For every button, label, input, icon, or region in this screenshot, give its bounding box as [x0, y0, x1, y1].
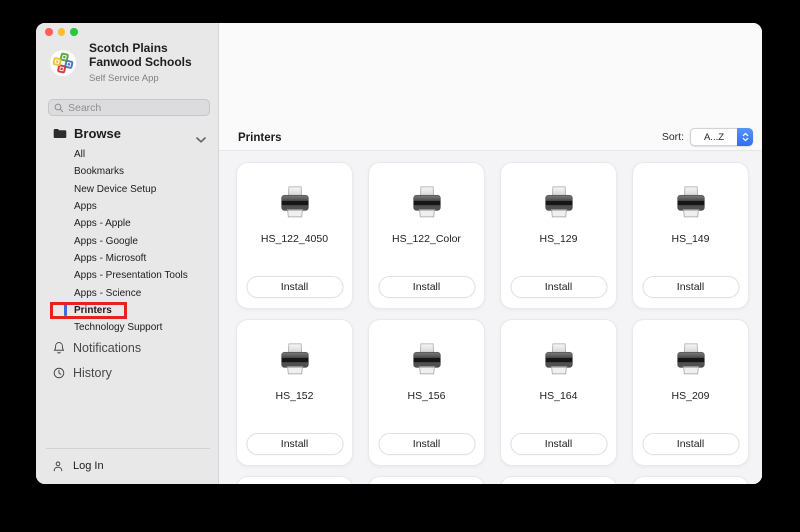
install-button[interactable]: Install — [642, 433, 739, 455]
printer-name: HS_156 — [369, 390, 484, 402]
printer-card-hs-122-color[interactable]: HS_122_Color Install — [368, 162, 485, 309]
sidebar-item-label: Bookmarks — [74, 166, 124, 177]
install-button[interactable]: Install — [246, 433, 343, 455]
sidebar-section-browse[interactable]: Browse — [36, 124, 218, 142]
install-button[interactable]: Install — [378, 276, 475, 298]
sidebar-item-apps-presentation-tools[interactable]: Apps - Presentation Tools — [36, 267, 218, 284]
printer-icon — [633, 186, 748, 221]
printer-name: HS_152 — [237, 390, 352, 402]
sidebar-item-new-device-setup[interactable]: New Device Setup — [36, 181, 218, 198]
search-input[interactable] — [68, 102, 204, 114]
org-name-line1: Scotch Plains — [89, 42, 168, 55]
login-label: Log In — [73, 460, 104, 472]
browse-section-label: Browse — [74, 126, 121, 141]
sidebar-item-notifications[interactable]: Notifications — [36, 339, 218, 357]
search-icon — [54, 103, 64, 113]
selection-indicator — [64, 304, 67, 316]
sort-label: Sort: — [662, 131, 684, 143]
sidebar-item-label: Apps - Microsoft — [74, 253, 146, 264]
printer-icon — [369, 343, 484, 378]
printer-name: HS_149 — [633, 233, 748, 245]
sidebar-item-label: Technology Support — [74, 322, 162, 333]
sidebar-item-apps-apple[interactable]: Apps - Apple — [36, 215, 218, 232]
printer-card-partial[interactable] — [368, 476, 485, 484]
sidebar-item-printers[interactable]: Printers — [36, 302, 218, 319]
sort-selected-value: A...Z — [690, 128, 737, 146]
sort-popup-button[interactable]: A...Z — [690, 128, 753, 146]
sidebar-item-label: Printers — [74, 305, 112, 316]
printer-card-hs-129[interactable]: HS_129 Install — [500, 162, 617, 309]
sidebar-item-history[interactable]: History — [36, 364, 218, 382]
content-header: Printers Sort: A...Z — [219, 23, 762, 151]
sidebar-item-all[interactable]: All — [36, 146, 218, 163]
clock-icon — [53, 367, 65, 379]
printer-card-hs-209[interactable]: HS_209 Install — [632, 319, 749, 466]
sort-control: Sort: A...Z — [662, 128, 753, 146]
sidebar: Scotch Plains Fanwood Schools Self Servi… — [36, 23, 219, 484]
printer-icon — [237, 186, 352, 221]
install-button[interactable]: Install — [378, 433, 475, 455]
printer-card-hs-164[interactable]: HS_164 Install — [500, 319, 617, 466]
sort-stepper-icon — [737, 128, 753, 146]
install-button[interactable]: Install — [246, 276, 343, 298]
printer-name: HS_122_Color — [369, 233, 484, 245]
history-label: History — [73, 366, 112, 380]
printer-icon — [369, 186, 484, 221]
printer-card-partial[interactable] — [632, 476, 749, 484]
install-button[interactable]: Install — [510, 276, 607, 298]
printer-grid: HS_122_4050 Install HS_122_Color Install — [219, 151, 762, 484]
folder-icon — [53, 128, 67, 139]
printer-card-partial[interactable] — [500, 476, 617, 484]
sidebar-item-apps-microsoft[interactable]: Apps - Microsoft — [36, 250, 218, 267]
sidebar-item-bookmarks[interactable]: Bookmarks — [36, 163, 218, 180]
search-field[interactable] — [48, 99, 210, 116]
install-button[interactable]: Install — [510, 433, 607, 455]
sidebar-item-label: Apps - Apple — [74, 218, 131, 229]
app-logo-icon — [49, 49, 77, 77]
printer-name: HS_164 — [501, 390, 616, 402]
sidebar-divider — [46, 448, 210, 449]
page-title: Printers — [238, 132, 281, 144]
sidebar-item-technology-support[interactable]: Technology Support — [36, 319, 218, 336]
printer-name: HS_129 — [501, 233, 616, 245]
zoom-button-icon[interactable] — [70, 28, 78, 36]
sidebar-item-apps[interactable]: Apps — [36, 198, 218, 215]
sidebar-item-label: Apps — [74, 201, 97, 212]
minimize-button-icon[interactable] — [58, 28, 66, 36]
printer-name: HS_209 — [633, 390, 748, 402]
org-name-line2: Fanwood Schools — [89, 56, 192, 69]
login-button[interactable]: Log In — [36, 457, 218, 475]
sidebar-item-apps-google[interactable]: Apps - Google — [36, 232, 218, 249]
close-button-icon[interactable] — [45, 28, 53, 36]
sidebar-item-label: New Device Setup — [74, 184, 156, 195]
install-button[interactable]: Install — [642, 276, 739, 298]
main-area: Printers Sort: A...Z — [219, 23, 762, 484]
app-subtitle: Self Service App — [89, 73, 159, 84]
window-controls — [45, 28, 78, 36]
printer-card-partial[interactable] — [236, 476, 353, 484]
sidebar-item-label: All — [74, 149, 85, 160]
browse-list: All Bookmarks New Device Setup Apps Apps - A… — [36, 146, 218, 336]
printer-card-hs-122-4050[interactable]: HS_122_4050 Install — [236, 162, 353, 309]
notifications-label: Notifications — [73, 341, 141, 355]
printer-icon — [237, 343, 352, 378]
sidebar-item-label: Apps - Science — [74, 288, 141, 299]
printer-card-hs-152[interactable]: HS_152 Install — [236, 319, 353, 466]
printer-icon — [501, 186, 616, 221]
self-service-window: Scotch Plains Fanwood Schools Self Servi… — [36, 23, 762, 484]
printer-icon — [501, 343, 616, 378]
printer-icon — [633, 343, 748, 378]
sidebar-item-label: Apps - Google — [74, 236, 138, 247]
printer-card-hs-149[interactable]: HS_149 Install — [632, 162, 749, 309]
sidebar-item-label: Apps - Presentation Tools — [74, 270, 188, 281]
person-icon — [53, 461, 63, 472]
printer-name: HS_122_4050 — [237, 233, 352, 245]
bell-icon — [53, 341, 65, 355]
sidebar-item-apps-science[interactable]: Apps - Science — [36, 284, 218, 301]
printer-card-hs-156[interactable]: HS_156 Install — [368, 319, 485, 466]
